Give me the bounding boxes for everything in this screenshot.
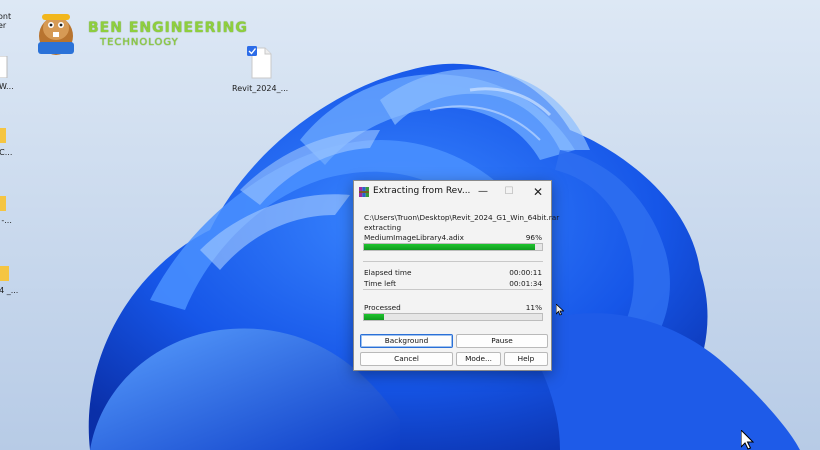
elapsed-time-label: Elapsed time [364,268,412,277]
desktop-icon-label: P -... [0,216,12,225]
maximize-button: ☐ [504,186,514,197]
folder-icon [0,266,10,281]
extraction-dialog: Extracting from Rev... — ☐ ✕ C:\Users\Tr… [353,180,559,371]
logo-text-line2: TECHNOLOGY [100,37,179,48]
winrar-icon [359,187,369,197]
desktop-icon[interactable]: RC... [0,124,12,157]
processed-progress-bar [363,313,543,321]
desktop-icon[interactable]: AW... [0,55,14,91]
help-button[interactable]: Help [504,352,548,366]
cancel-button[interactable]: Cancel [360,352,453,366]
archive-path: C:\Users\Truon\Desktop\Revit_2024_G1_Win… [364,213,560,222]
divider [363,289,543,290]
desktop-icon[interactable]: P -... [0,192,12,225]
desktop-file-revit[interactable]: Revit_2024_... [232,46,288,93]
folder-icon [0,196,6,211]
file-progress-percent: 96% [525,233,542,242]
processed-progress-fill [364,314,384,320]
document-icon [0,55,8,79]
desktop-icon[interactable]: 24 _... [0,262,18,295]
time-left-label: Time left [364,279,396,288]
desktop-icon[interactable]: ont er [0,10,11,30]
time-left-value: 00:01:34 [509,279,542,288]
desktop-icon-label: AW... [0,82,14,91]
elapsed-time-value: 00:00:11 [509,268,542,277]
folder-icon [0,128,7,143]
file-progress-fill [364,244,535,250]
current-file-name: MediumImageLibrary4.adix [364,233,464,242]
mode-button[interactable]: Mode... [456,352,501,366]
close-button[interactable]: ✕ [530,184,546,200]
beaver-logo [38,14,74,55]
cursor-arrow-icon [556,304,564,316]
dialog-title: Extracting from Rev... [373,186,471,196]
pause-button[interactable]: Pause [456,334,548,348]
divider [363,261,543,262]
cursor-arrow-icon [741,430,755,450]
processed-percent: 11% [525,303,542,312]
operation-label: extracting [364,223,402,232]
processed-label: Processed [364,303,401,312]
minimize-button[interactable]: — [475,184,491,200]
logo-text-line1: BEN ENGINEERING [88,20,248,36]
desktop-icon-label: Revit_2024_... [232,84,289,93]
file-icon [247,46,272,79]
background-button[interactable]: Background [360,334,453,348]
desktop-icon-label: RC... [0,148,13,157]
desktop-icon-label: ont er [0,12,12,30]
file-progress-bar [363,243,543,251]
dialog-titlebar[interactable]: Extracting from Rev... — ☐ ✕ [354,181,551,203]
desktop-icon-label: 24 _... [0,286,19,295]
